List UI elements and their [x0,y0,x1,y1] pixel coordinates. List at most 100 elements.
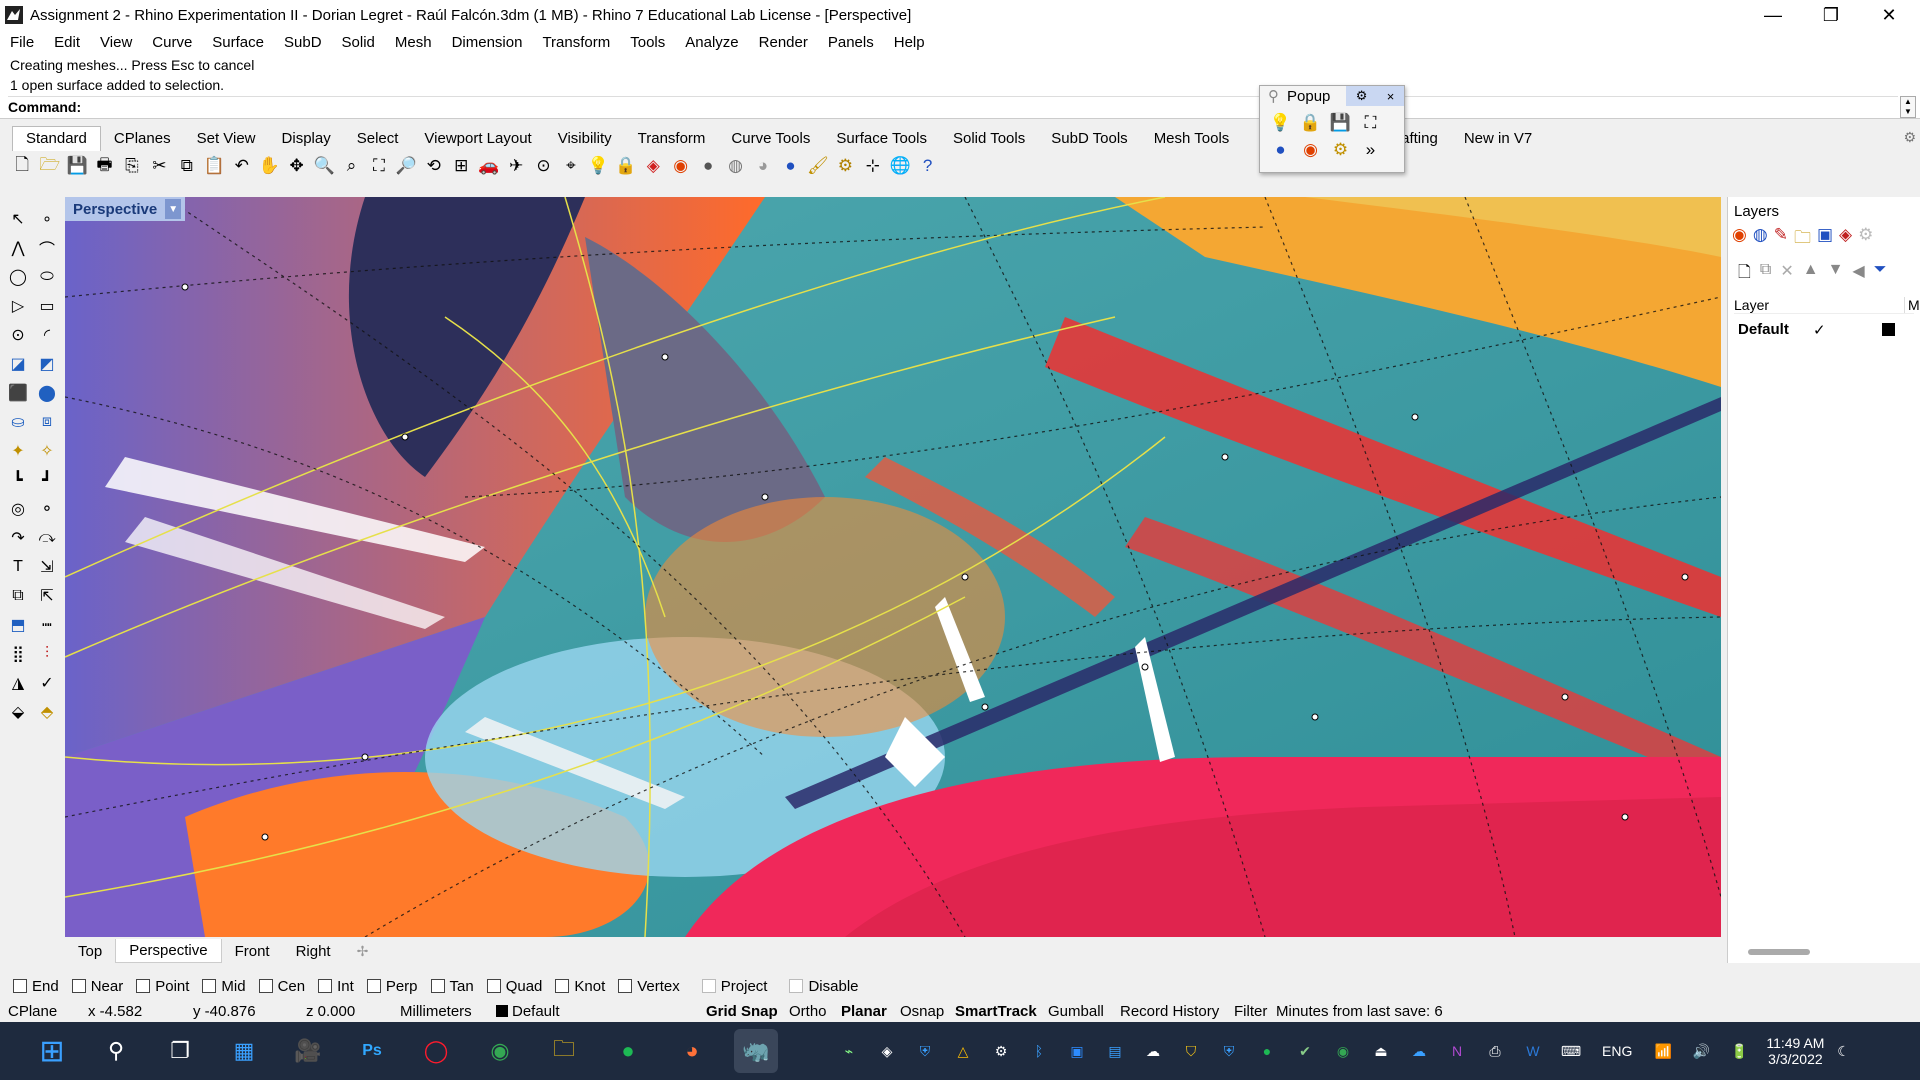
paste-icon[interactable]: 📋 [202,154,226,179]
curve-icon[interactable]: ⌒ [33,234,61,262]
circle-point-icon[interactable]: ⊙ [4,321,32,349]
viewport-tab-perspective[interactable]: Perspective [115,939,222,963]
tab-mesh-tools[interactable]: Mesh Tools [1141,127,1243,151]
layers-scrollbar[interactable] [1748,949,1810,955]
scale-icon[interactable]: ⇱ [33,582,61,610]
tab-viewport-layout[interactable]: Viewport Layout [411,127,544,151]
rotate-icon[interactable]: ✥ [284,154,308,179]
menu-surface[interactable]: Surface [202,34,274,51]
language-indicator[interactable]: ENG [1602,1043,1632,1059]
record-history-toggle[interactable]: Record History [1120,1003,1219,1020]
settings-icon[interactable]: ⚙ [1858,225,1873,254]
menu-analyze[interactable]: Analyze [675,34,748,51]
rendered-sphere-icon[interactable]: ◕ [751,154,775,179]
tab-cplanes[interactable]: CPlanes [101,127,184,151]
checkbox-icon[interactable] [486,979,501,993]
shield-icon[interactable]: ⛉ [1178,1038,1204,1064]
point-icon[interactable]: ∘ [33,205,61,233]
status-cplane[interactable]: CPlane [8,1003,57,1020]
grid-icon[interactable]: ⊹ [861,154,885,179]
move-up-icon[interactable]: ▲ [1803,261,1819,288]
popup-gear-icon[interactable]: ⚙ [1356,88,1368,104]
discord-icon[interactable]: ◈ [874,1038,900,1064]
menu-help[interactable]: Help [884,34,935,51]
menu-file[interactable]: File [0,34,44,51]
battery-icon[interactable]: 🔋 [1726,1038,1752,1064]
dimension-icon[interactable]: ⇲ [33,553,61,581]
usb-icon[interactable]: ⏏ [1368,1038,1394,1064]
search-icon[interactable]: ⚲ [94,1029,138,1073]
status-units[interactable]: Millimeters [400,1003,472,1020]
tray-app-icon[interactable]: ⌁ [836,1038,862,1064]
widgets-icon[interactable]: ▦ [222,1029,266,1073]
light-icon[interactable]: 💡 [1268,110,1293,135]
loft-icon[interactable]: ◩ [33,350,61,378]
ruler-icon[interactable]: ┉ [33,611,61,639]
polyline-icon[interactable]: ⋀ [4,234,32,262]
osnap-toggle[interactable]: Osnap [900,1003,944,1020]
bluetooth-icon[interactable]: ᛒ [1026,1038,1052,1064]
menu-view[interactable]: View [90,34,142,51]
import-icon[interactable]: ⎘ [120,154,144,179]
menu-mesh[interactable]: Mesh [385,34,442,51]
sphere-icon[interactable]: ● [696,154,720,179]
blue-sphere-icon[interactable]: ● [778,154,802,179]
bend-icon[interactable]: ↷ [4,524,32,552]
viewport-dropdown-icon[interactable]: ▼ [165,199,182,219]
array-icon[interactable]: ⣿ [4,640,32,668]
delete-layer-icon[interactable]: ✕ [1780,261,1793,288]
viewport-title[interactable]: Perspective ▼ [65,197,186,221]
open-icon[interactable]: 🗁 [37,154,61,179]
current-layer-check-icon[interactable]: ✓ [1813,321,1826,339]
checkbox-icon[interactable] [555,979,570,993]
osnap-tan[interactable]: Tan [430,978,474,995]
checkbox-icon[interactable] [701,979,716,993]
render-icon[interactable]: ⬙ [4,698,32,726]
fillet-icon[interactable]: ┗ [4,466,32,494]
menu-panels[interactable]: Panels [818,34,884,51]
tab-transform[interactable]: Transform [625,127,719,151]
command-scroll-icon[interactable]: ▲ ▼ [1900,96,1916,118]
color-wheel-icon[interactable]: ◉ [1298,137,1323,162]
mesh-icon[interactable]: ✦ [4,437,32,465]
display-tray-icon[interactable]: ▤ [1102,1038,1128,1064]
new-layer-icon[interactable]: 🗋 [1738,261,1751,288]
tab-new-in-v7[interactable]: New in V7 [1451,127,1545,151]
menu-edit[interactable]: Edit [44,34,90,51]
checkbox-icon[interactable] [430,979,445,993]
task-view-icon[interactable]: ❐ [158,1029,202,1073]
viewport-tab-right[interactable]: Right [283,943,344,960]
command-prompt[interactable]: Command: [8,96,1898,116]
color-wheel-icon[interactable]: ◉ [669,154,693,179]
zoom-app-icon[interactable]: ▣ [1064,1038,1090,1064]
ellipse-icon[interactable]: ⬭ [33,263,61,291]
settings-tray-icon[interactable]: ⚙ [988,1038,1014,1064]
filter-icon[interactable]: ⏷ [1874,261,1887,288]
maximize-button[interactable]: ❐ [1802,0,1860,30]
status-layer[interactable]: Default [496,1003,560,1020]
zoom-icon[interactable]: 🔍 [312,154,336,179]
menu-tools[interactable]: Tools [620,34,675,51]
popup-pin-icon[interactable]: ⚲ [1268,87,1279,105]
add-viewport-icon[interactable]: ✢ [344,943,382,960]
google-drive-icon[interactable]: △ [950,1038,976,1064]
chrome-icon[interactable]: ◉ [478,1029,522,1073]
osnap-int[interactable]: Int [318,978,354,995]
opera-icon[interactable]: ◯ [414,1029,458,1073]
zoom-extents-icon[interactable]: ⛶ [367,154,391,179]
tab-display[interactable]: Display [269,127,344,151]
defender-icon[interactable]: ⛨ [1216,1038,1242,1064]
layer-color-swatch[interactable] [1882,323,1895,336]
four-views-icon[interactable]: ⊞ [449,154,473,179]
rhino-taskbar-icon[interactable]: 🦏 [734,1029,778,1073]
paint-icon[interactable]: 🖌 [806,154,830,179]
cplane-icon[interactable]: ⊙ [531,154,555,179]
blend-icon[interactable]: ◮ [4,669,32,697]
grid-snap-toggle[interactable]: Grid Snap [706,1003,778,1020]
osnap-perp[interactable]: Perp [366,978,418,995]
osnap-end[interactable]: End [13,978,59,995]
chamfer-icon[interactable]: ┛ [33,466,61,494]
gear-icon[interactable]: ⚙ [1328,137,1353,162]
windows-start-icon[interactable]: ⊞ [30,1029,74,1073]
menu-dimension[interactable]: Dimension [442,34,533,51]
